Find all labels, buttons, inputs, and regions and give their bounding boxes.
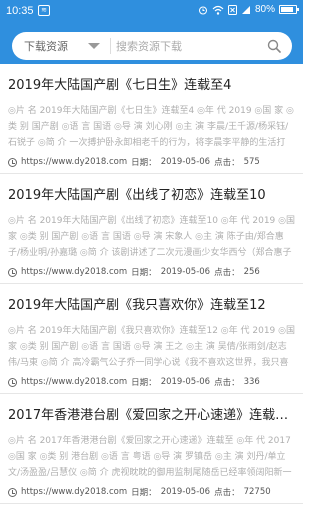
status-right-group: 80% [198,4,299,15]
article-url: https://www.dy2018.com [21,267,128,277]
search-bar: 下载资源 [12,32,292,60]
clicks-label: 点击： [214,488,240,498]
article-title[interactable]: 2019年大陆国产剧《我只喜欢你》连载至12 [8,294,298,313]
article-clicks: 336 [243,377,260,387]
clock-icon [8,487,17,497]
article-date: 2019-05-06 [160,157,211,167]
clock-icon [8,157,17,167]
article-clicks: 256 [243,267,260,277]
list-item[interactable]: 2019年大陆国产剧《出线了初恋》连载至10 ◎片 名 2019年大陆国产剧《出… [0,174,303,284]
category-dropdown[interactable]: 下载资源 [24,38,68,54]
article-meta: https://www.dy2018.com 日期： 2019-05-06 点击… [8,486,271,498]
article-clicks: 575 [243,157,260,167]
article-description: ◎片 名 2019年大陆国产剧《我只喜欢你》连载至12 ◎年 代 2019 ◎国… [8,326,295,368]
clock-icon [8,377,17,387]
article-title[interactable]: 2017年香港港台剧《爱回家之开心速递》连载至5… [8,404,298,423]
dropdown-caret-icon[interactable] [88,43,100,49]
wifi-icon [212,5,224,15]
article-url: https://www.dy2018.com [21,377,128,387]
search-button[interactable] [262,35,286,57]
date-label: 日期： [131,378,157,388]
article-title[interactable]: 2019年大陆国产剧《出线了初恋》连载至10 [8,184,298,203]
article-meta: https://www.dy2018.com 日期： 2019-05-06 点击… [8,376,260,388]
date-label: 日期： [131,158,157,168]
article-date: 2019-05-06 [160,377,211,387]
clicks-label: 点击： [214,268,240,278]
article-description: ◎片 名 2017年香港港台剧《爱回家之开心速递》连载至 ◎年 代 2017 ◎… [8,436,292,478]
date-label: 日期： [131,488,157,498]
battery-icon [279,5,299,14]
status-time: 10:35 [6,5,34,17]
status-bar: 10:35 ≋ 80% [0,0,303,22]
clicks-label: 点击： [214,378,240,388]
search-input[interactable] [116,36,256,56]
article-description: ◎片 名 2019年大陆国产剧《出线了初恋》连载至10 ◎年 代 2019 ◎国… [8,216,295,258]
list-item[interactable]: 2019年大陆国产剧《七日生》连载至4 ◎片 名 2019年大陆国产剧《七日生》… [0,64,303,174]
signal-icon [241,5,250,14]
clicks-label: 点击： [214,158,240,168]
sim-x-icon [227,4,237,15]
article-meta: https://www.dy2018.com 日期： 2019-05-06 点击… [8,156,260,168]
article-url: https://www.dy2018.com [21,487,128,497]
date-label: 日期： [131,268,157,278]
article-list: 2019年大陆国产剧《七日生》连载至4 ◎片 名 2019年大陆国产剧《七日生》… [0,64,303,504]
search-divider [110,38,111,54]
article-meta: https://www.dy2018.com 日期： 2019-05-06 点击… [8,266,260,278]
article-clicks: 72750 [243,487,271,497]
battery-percent: 80% [254,4,275,15]
app-header: 10:35 ≋ 80% 下载资源 [0,0,303,64]
notification-badge-icon: ≋ [38,5,50,16]
search-icon [267,39,281,53]
article-url: https://www.dy2018.com [21,157,128,167]
list-item[interactable]: 2019年大陆国产剧《我只喜欢你》连载至12 ◎片 名 2019年大陆国产剧《我… [0,284,303,394]
article-date: 2019-05-06 [160,487,211,497]
list-item[interactable]: 2017年香港港台剧《爱回家之开心速递》连载至5… ◎片 名 2017年香港港台… [0,394,303,504]
article-date: 2019-05-06 [160,267,211,277]
article-description: ◎片 名 2019年大陆国产剧《七日生》连载至4 ◎年 代 2019 ◎国 家 … [8,106,294,148]
alarm-icon [198,6,207,14]
clock-icon [8,267,17,277]
article-title[interactable]: 2019年大陆国产剧《七日生》连载至4 [8,74,298,93]
